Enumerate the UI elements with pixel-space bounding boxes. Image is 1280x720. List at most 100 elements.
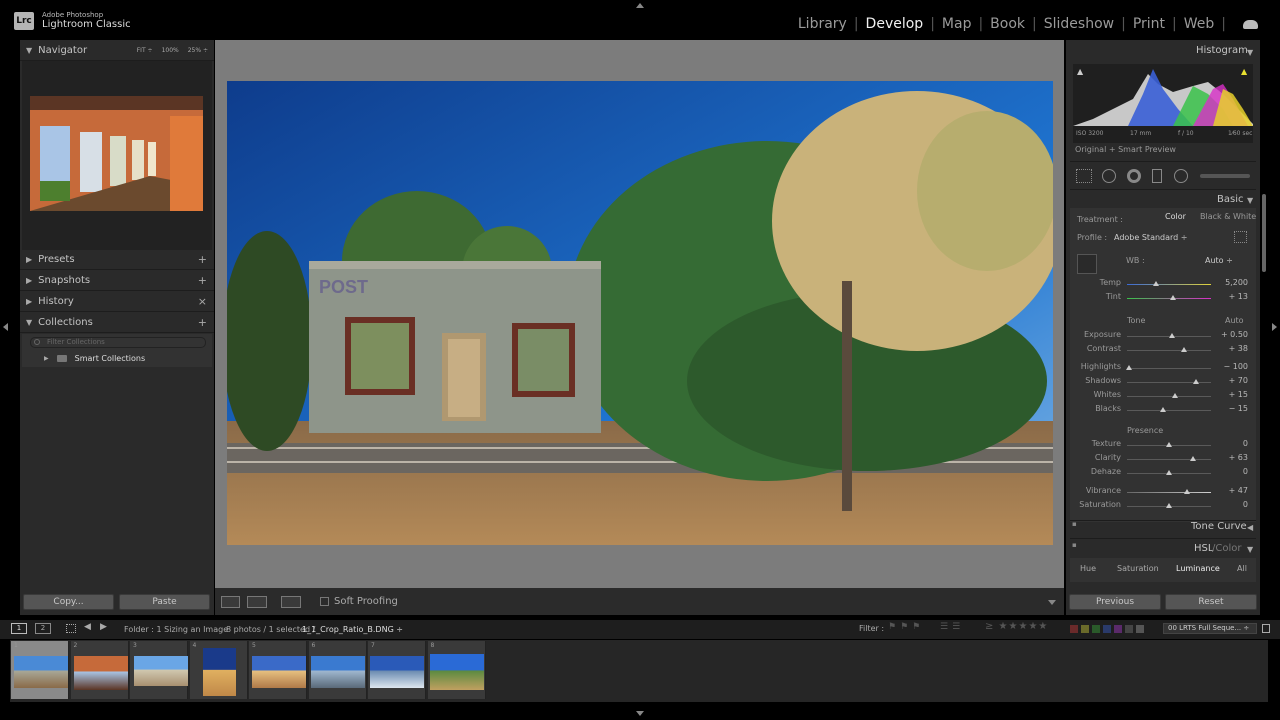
color-label-filter[interactable]	[1070, 625, 1144, 633]
hsl-color-title[interactable]: /Color	[1212, 543, 1241, 554]
slider-value[interactable]: 0	[1212, 439, 1248, 448]
grid-view-icon[interactable]	[66, 624, 76, 633]
back-arrow-icon[interactable]: ◀	[84, 622, 91, 632]
basic-title[interactable]: Basic	[1217, 194, 1243, 205]
main-photo[interactable]: POST	[227, 81, 1053, 545]
toolbar-menu-icon[interactable]	[1048, 600, 1056, 605]
collections-header[interactable]: ▼ Collections +	[20, 313, 214, 333]
histogram-collapse-icon[interactable]: ▼	[1247, 48, 1253, 57]
slider-track[interactable]	[1127, 350, 1211, 351]
module-slideshow[interactable]: Slideshow	[1044, 16, 1114, 32]
other-label-icon[interactable]	[1125, 625, 1133, 633]
collections-filter-input[interactable]: Filter Collections	[30, 337, 206, 348]
navigator-thumbnail[interactable]	[30, 96, 203, 211]
slider-thumb[interactable]	[1184, 489, 1191, 494]
tone-curve-expand-icon[interactable]: ◀	[1247, 523, 1253, 532]
tab-all[interactable]: All	[1237, 564, 1247, 573]
purple-label-icon[interactable]	[1114, 625, 1122, 633]
slider-thumb[interactable]	[1166, 503, 1172, 508]
no-label-icon[interactable]	[1136, 625, 1144, 633]
smart-collections-item[interactable]: ▶ Smart Collections	[44, 354, 145, 363]
slider-value[interactable]: 0	[1212, 467, 1248, 476]
module-library[interactable]: Library	[798, 16, 847, 32]
graduated-filter-icon[interactable]	[1152, 169, 1162, 183]
slider-thumb[interactable]	[1181, 347, 1188, 352]
history-header[interactable]: ▶ History ×	[20, 292, 214, 312]
expand-arrow-icon[interactable]: ▶	[44, 355, 49, 362]
forward-arrow-icon[interactable]: ▶	[100, 622, 107, 632]
cloud-icon[interactable]	[1243, 19, 1258, 29]
slider-thumb[interactable]	[1153, 281, 1160, 286]
filter-preset-select[interactable]: 00 LRTS Full Seque... ÷	[1163, 623, 1257, 634]
loupe-view-icon[interactable]	[221, 596, 240, 608]
nav-zoom-fit[interactable]: FIT ÷	[137, 47, 153, 54]
green-label-icon[interactable]	[1092, 625, 1100, 633]
slider-track[interactable]	[1127, 410, 1211, 411]
yellow-label-icon[interactable]	[1081, 625, 1089, 633]
module-web[interactable]: Web	[1184, 16, 1215, 32]
add-collection-icon[interactable]: +	[198, 316, 207, 329]
folder-source[interactable]: Folder : 1 Sizing an Image	[124, 625, 228, 634]
radial-filter-icon[interactable]	[1174, 169, 1188, 183]
tab-luminance[interactable]: Luminance	[1176, 564, 1220, 573]
slider-thumb[interactable]	[1168, 333, 1175, 338]
hsl-toggle-icon[interactable]: ▪	[1072, 541, 1077, 549]
slider-track[interactable]	[1127, 368, 1211, 369]
nav-zoom-25[interactable]: 25% ÷	[188, 47, 208, 54]
flag-filter-icons[interactable]: ⚑⚑⚑	[888, 622, 924, 632]
slider-value[interactable]: − 15	[1212, 404, 1248, 413]
previous-button[interactable]: Previous	[1069, 594, 1161, 610]
slider-thumb[interactable]	[1160, 407, 1167, 412]
add-preset-icon[interactable]: +	[198, 253, 207, 266]
right-panel-toggle-icon[interactable]	[1272, 323, 1277, 331]
slider-thumb[interactable]	[1171, 393, 1178, 398]
presets-header[interactable]: ▶ Presets +	[20, 250, 214, 270]
slider-thumb[interactable]	[1190, 456, 1197, 461]
soft-proofing-checkbox[interactable]	[320, 597, 329, 606]
clear-history-icon[interactable]: ×	[198, 295, 207, 308]
slider-track[interactable]	[1127, 492, 1211, 493]
edit-filter-icons[interactable]: ☰☰	[940, 622, 964, 632]
smart-preview-status[interactable]: Original + Smart Preview	[1075, 145, 1176, 154]
copy-button[interactable]: Copy...	[23, 594, 114, 610]
slider-value[interactable]: + 38	[1212, 344, 1248, 353]
slider-track[interactable]	[1127, 396, 1211, 397]
blue-label-icon[interactable]	[1103, 625, 1111, 633]
selected-filename[interactable]: 1_1_Crop_Ratio_B.DNG ÷	[302, 625, 403, 634]
profile-select[interactable]: Adobe Standard ÷	[1114, 233, 1188, 242]
add-snapshot-icon[interactable]: +	[198, 274, 207, 287]
red-label-icon[interactable]	[1070, 625, 1078, 633]
white-balance-picker-icon[interactable]	[1077, 254, 1097, 274]
module-print[interactable]: Print	[1133, 16, 1165, 32]
top-panel-toggle-icon[interactable]	[636, 3, 644, 8]
right-panel-scrollbar[interactable]	[1262, 194, 1266, 272]
slider-value[interactable]: + 47	[1212, 486, 1248, 495]
slider-value[interactable]: 0	[1212, 500, 1248, 509]
module-book[interactable]: Book	[990, 16, 1025, 32]
slider-value[interactable]: + 70	[1212, 376, 1248, 385]
snapshots-header[interactable]: ▶ Snapshots +	[20, 271, 214, 291]
tab-hue[interactable]: Hue	[1080, 564, 1096, 573]
navigator-header[interactable]: ▼ Navigator FIT ÷ 100% 25% ÷	[20, 40, 214, 61]
tone-curve-title[interactable]: Tone Curve	[1191, 521, 1247, 532]
module-map[interactable]: Map	[942, 16, 972, 32]
slider-value[interactable]: 5,200	[1212, 278, 1248, 287]
slider-thumb[interactable]	[1192, 379, 1199, 384]
tone-auto-button[interactable]: Auto	[1225, 316, 1244, 325]
hsl-collapse-icon[interactable]: ▼	[1247, 545, 1253, 554]
profile-browser-icon[interactable]	[1234, 231, 1247, 243]
nav-zoom-100[interactable]: 100%	[162, 47, 179, 54]
left-panel-toggle-icon[interactable]	[3, 323, 8, 331]
slider-value[interactable]: + 13	[1212, 292, 1248, 301]
slider-track[interactable]	[1127, 298, 1211, 299]
paste-button[interactable]: Paste	[119, 594, 210, 610]
main-window-button[interactable]: 1	[11, 623, 27, 634]
slider-thumb[interactable]	[1170, 295, 1177, 300]
soft-proofing-toggle[interactable]: Soft Proofing	[320, 596, 398, 607]
treatment-bw[interactable]: Black & White	[1200, 212, 1256, 221]
wb-select[interactable]: Auto ÷	[1205, 256, 1233, 265]
red-eye-icon[interactable]	[1127, 169, 1141, 183]
slider-value[interactable]: + 63	[1212, 453, 1248, 462]
filmstrip-toggle-icon[interactable]	[636, 711, 644, 716]
slider-thumb[interactable]	[1125, 365, 1132, 370]
